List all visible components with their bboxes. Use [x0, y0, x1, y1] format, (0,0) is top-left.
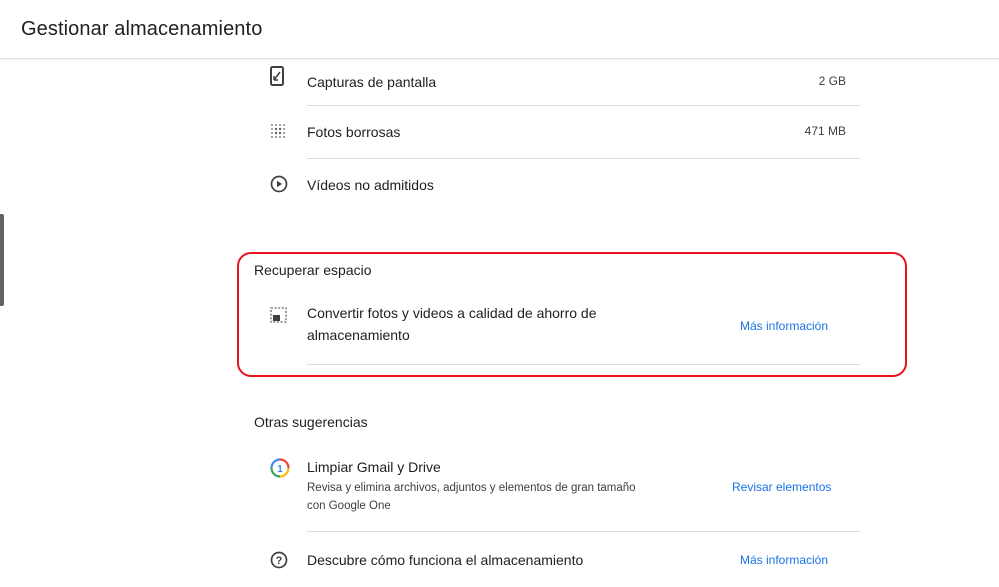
scroll-handle[interactable]	[0, 214, 4, 306]
category-row-screenshots[interactable]: Capturas de pantalla 2 GB	[0, 62, 999, 106]
category-label: Fotos borrosas	[307, 124, 401, 140]
suggestion-label: Limpiar Gmail y Drive	[307, 459, 441, 475]
category-size: 471 MB	[804, 124, 846, 138]
section-title-recover: Recuperar espacio	[254, 262, 372, 278]
suggestion-item-how-storage-works[interactable]: ? Descubre cómo funciona el almacenamien…	[0, 537, 999, 583]
more-info-link[interactable]: Más información	[740, 319, 828, 333]
suggestion-description-line1: Revisa y elimina archivos, adjuntos y el…	[307, 482, 636, 494]
review-items-link[interactable]: Revisar elementos	[732, 480, 831, 494]
suggestion-description: Revisa y elimina archivos, adjuntos y el…	[307, 479, 727, 515]
storage-saver-icon	[270, 306, 288, 329]
phone-screenshot-icon	[270, 66, 284, 91]
divider	[307, 364, 860, 365]
category-row-blurry-photos[interactable]: Fotos borrosas 471 MB	[0, 106, 999, 158]
suggestion-item-clean-gmail-drive[interactable]: 1 Limpiar Gmail y Drive Revisa y elimina…	[0, 452, 999, 530]
help-circle-icon: ?	[270, 551, 288, 574]
category-label: Vídeos no admitidos	[307, 177, 434, 193]
suggestion-description-line2: con Google One	[307, 500, 391, 512]
svg-text:1: 1	[277, 464, 283, 475]
blur-grid-icon	[270, 123, 286, 144]
suggestion-label: Descubre cómo funciona el almacenamiento	[307, 552, 584, 568]
google-one-icon: 1	[270, 458, 290, 483]
divider	[307, 531, 860, 532]
more-info-link[interactable]: Más información	[740, 553, 828, 567]
section-title-suggestions: Otras sugerencias	[254, 414, 368, 430]
category-size: 2 GB	[818, 74, 846, 88]
recover-item-label: Convertir fotos y videos a calidad de ah…	[307, 302, 597, 346]
recover-item-label-line2: almacenamiento	[307, 327, 410, 343]
recover-item-storage-saver[interactable]: Convertir fotos y videos a calidad de ah…	[0, 296, 999, 360]
recover-item-label-line1: Convertir fotos y videos a calidad de ah…	[307, 305, 597, 321]
play-circle-icon	[270, 175, 288, 198]
svg-text:?: ?	[276, 555, 283, 567]
app-header: Gestionar almacenamiento	[0, 0, 999, 59]
category-row-unsupported-videos[interactable]: Vídeos no admitidos	[0, 159, 999, 211]
category-label: Capturas de pantalla	[307, 74, 437, 90]
page-title: Gestionar almacenamiento	[21, 18, 263, 40]
